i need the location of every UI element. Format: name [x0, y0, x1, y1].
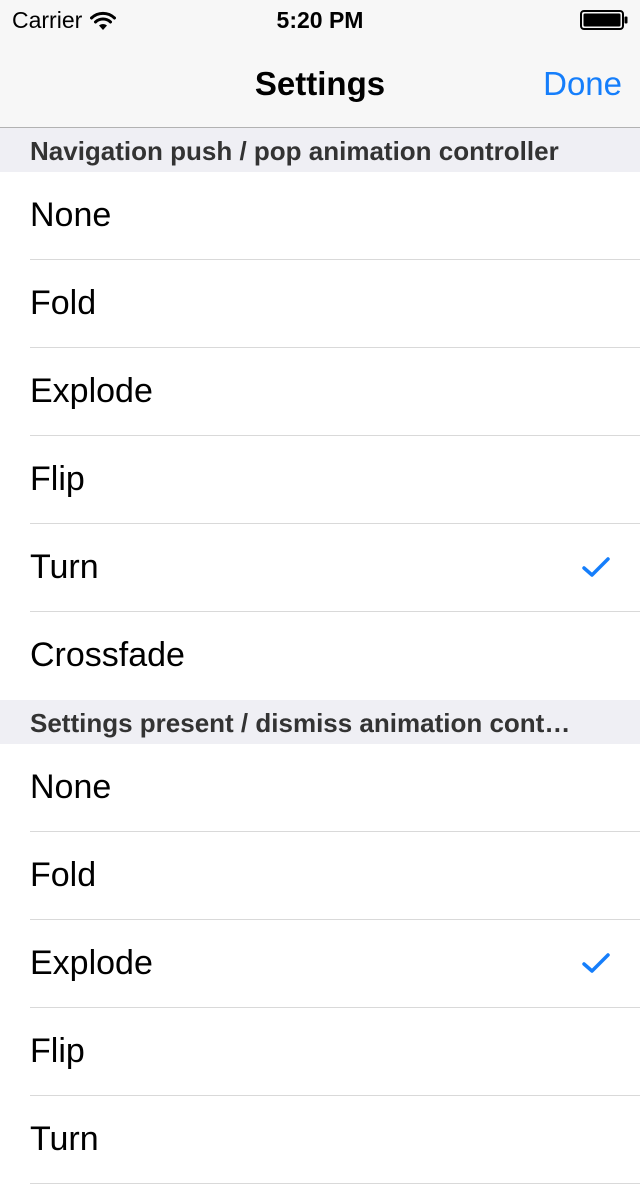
navigation-bar: Settings Done	[0, 40, 640, 128]
checkmark-icon	[582, 953, 610, 973]
list-item[interactable]: Explode	[0, 348, 640, 436]
list-item-label: Fold	[30, 856, 97, 894]
list-item-label: Flip	[30, 460, 85, 498]
list-item-label: Explode	[30, 372, 153, 410]
list-item-label: Turn	[30, 1120, 99, 1158]
battery-icon	[580, 10, 628, 30]
list-item[interactable]: None	[0, 172, 640, 260]
list-item[interactable]: Turn	[0, 1096, 640, 1184]
section-header-navigation: Navigation push / pop animation controll…	[0, 128, 640, 172]
checkmark-icon	[582, 557, 610, 577]
list-item-label: None	[30, 768, 112, 806]
list-item[interactable]: Crossfade	[0, 612, 640, 700]
done-button[interactable]: Done	[543, 65, 622, 103]
list-item-label: Flip	[30, 1032, 85, 1070]
section-list-settings: None Fold Explode Flip Turn	[0, 744, 640, 1184]
status-bar: Carrier 5:20 PM	[0, 0, 640, 40]
list-item-label: None	[30, 196, 112, 234]
status-time: 5:20 PM	[276, 7, 364, 33]
list-item-label: Fold	[30, 284, 97, 322]
list-item-label: Crossfade	[30, 636, 185, 674]
list-item[interactable]: Flip	[0, 1008, 640, 1096]
list-item-label: Turn	[30, 548, 99, 586]
list-item[interactable]: Explode	[0, 920, 640, 1008]
list-item-label: Explode	[30, 944, 153, 982]
list-item[interactable]: None	[0, 744, 640, 832]
section-header-settings: Settings present / dismiss animation con…	[0, 700, 640, 744]
section-list-navigation: None Fold Explode Flip Turn Crossfade	[0, 172, 640, 700]
list-item[interactable]: Flip	[0, 436, 640, 524]
list-item[interactable]: Turn	[0, 524, 640, 612]
list-item[interactable]: Fold	[0, 260, 640, 348]
list-item[interactable]: Fold	[0, 832, 640, 920]
